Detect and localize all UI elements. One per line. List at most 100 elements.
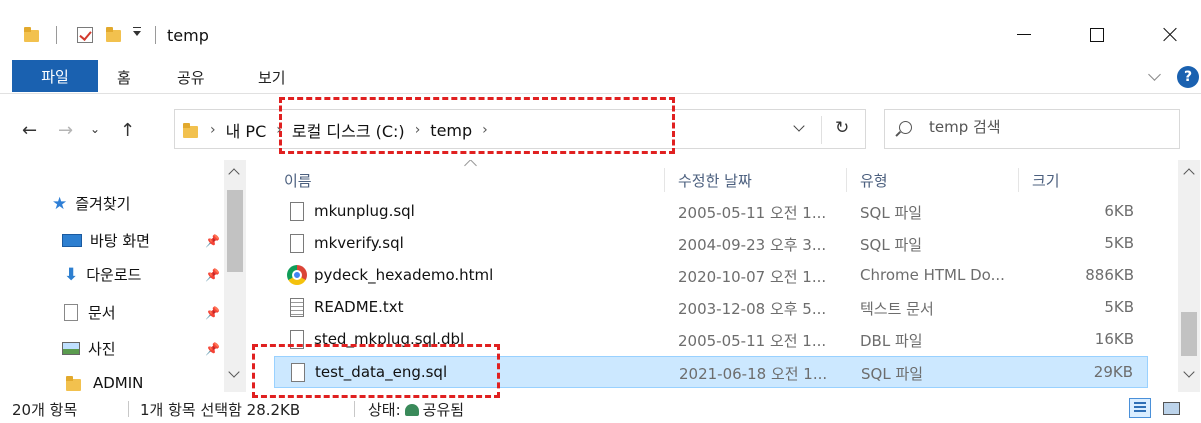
nav-item-admin[interactable]: ADMIN — [66, 374, 143, 392]
share-status: 상태: 공유됨 — [368, 399, 464, 420]
column-header-date[interactable]: 수정한 날짜 — [678, 170, 752, 191]
recent-locations-button[interactable]: ⌄ — [90, 122, 100, 136]
address-dropdown-icon[interactable] — [793, 120, 805, 132]
table-row[interactable]: mkverify.sql 2004-09-23 오후 3... SQL 파일 5… — [274, 228, 1148, 260]
nav-item-label: 바탕 화면 — [90, 232, 150, 250]
large-icons-view-icon[interactable] — [1160, 398, 1182, 418]
maximize-button[interactable] — [1074, 12, 1120, 58]
text-file-icon — [290, 298, 304, 317]
pin-icon[interactable]: 📌 — [205, 268, 220, 282]
close-button[interactable] — [1146, 12, 1192, 58]
file-size: 6KB — [1104, 202, 1134, 220]
file-date: 2021-06-18 오전 1... — [679, 365, 828, 383]
new-folder-icon[interactable] — [106, 27, 121, 42]
table-row[interactable]: pydeck_hexademo.html 2020-10-07 오전 1... … — [274, 260, 1148, 292]
navigation-pane: ★ 즐겨찾기 바탕 화면 📌 ⬇ 다운로드 📌 문서 📌 사진 📌 ADMIN — [0, 160, 248, 392]
file-date: 2003-12-08 오후 5... — [678, 300, 827, 318]
pin-icon[interactable]: 📌 — [205, 306, 220, 320]
back-button[interactable]: ← — [22, 120, 37, 141]
file-type: SQL 파일 — [861, 365, 924, 383]
star-icon: ★ — [52, 193, 68, 214]
column-divider[interactable] — [664, 168, 665, 192]
table-row[interactable]: README.txt 2003-12-08 오후 5... 텍스트 문서 5KB — [274, 292, 1148, 324]
column-header-size[interactable]: 크기 — [1032, 170, 1060, 191]
pictures-icon — [62, 342, 80, 355]
share-status-label: 상태: — [368, 401, 401, 419]
file-type: SQL 파일 — [860, 236, 923, 254]
tab-home[interactable]: 홈 — [117, 67, 131, 88]
scroll-up-icon[interactable] — [1183, 168, 1195, 180]
tab-file[interactable]: 파일 — [12, 60, 98, 92]
search-icon — [899, 121, 912, 134]
minimize-icon — [1017, 34, 1031, 35]
file-name: mkunplug.sql — [314, 202, 415, 220]
column-header-type[interactable]: 유형 — [860, 170, 888, 191]
search-box[interactable] — [884, 109, 1180, 149]
nav-item-pictures[interactable]: 사진 — [62, 338, 116, 359]
window-title: temp — [167, 26, 209, 45]
download-icon: ⬇ — [64, 264, 79, 285]
column-header-name[interactable]: 이름 — [284, 170, 312, 191]
toolbar-divider — [155, 26, 156, 44]
file-date: 2020-10-07 오전 1... — [678, 268, 827, 286]
folder-icon — [183, 122, 198, 138]
file-icon — [290, 202, 304, 221]
file-type: Chrome HTML Do... — [860, 266, 1005, 284]
table-row[interactable]: mkunplug.sql 2005-05-11 오전 1... SQL 파일 6… — [274, 196, 1148, 228]
file-size: 5KB — [1104, 234, 1134, 252]
expand-ribbon-icon[interactable] — [1148, 68, 1161, 81]
selection-info: 1개 항목 선택함 28.2KB — [140, 401, 301, 419]
folder-icon — [66, 375, 81, 391]
toolbar-divider — [56, 26, 57, 44]
file-name: mkverify.sql — [314, 234, 404, 252]
scroll-up-icon[interactable] — [228, 168, 240, 180]
nav-item-label: 즐겨찾기 — [75, 195, 131, 213]
status-bar: 20개 항목 1개 항목 선택함 28.2KB 상태: 공유됨 — [0, 392, 1201, 423]
minimize-button[interactable] — [1000, 12, 1046, 58]
annotation-box-selected-file — [252, 344, 500, 398]
file-size: 29KB — [1093, 363, 1133, 381]
status-divider — [354, 401, 355, 417]
nav-item-label: ADMIN — [93, 374, 144, 392]
item-count: 20개 항목 — [12, 401, 78, 419]
breadcrumb-this-pc[interactable]: 내 PC — [226, 118, 267, 142]
file-size: 5KB — [1104, 298, 1134, 316]
up-button[interactable]: ↑ — [120, 120, 135, 141]
file-date: 2005-05-11 오전 1... — [678, 332, 827, 350]
column-divider[interactable] — [1018, 168, 1019, 192]
chrome-icon — [287, 265, 307, 285]
scroll-down-icon[interactable] — [1183, 366, 1195, 378]
pin-icon[interactable]: 📌 — [205, 234, 220, 248]
file-type: 텍스트 문서 — [860, 300, 934, 318]
scrollbar-thumb[interactable] — [227, 190, 243, 272]
forward-button[interactable]: → — [58, 120, 73, 141]
sort-ascending-icon — [464, 160, 477, 172]
tab-share[interactable]: 공유 — [177, 67, 205, 88]
nav-item-downloads[interactable]: ⬇ 다운로드 — [64, 264, 141, 285]
file-icon — [290, 234, 304, 253]
details-view-icon[interactable] — [1129, 398, 1151, 418]
status-divider — [128, 401, 129, 417]
file-name: README.txt — [314, 298, 404, 316]
nav-item-desktop[interactable]: 바탕 화면 — [62, 230, 150, 251]
refresh-icon[interactable]: ↻ — [835, 118, 849, 138]
file-date: 2005-05-11 오전 1... — [678, 204, 827, 222]
pin-icon[interactable]: 📌 — [205, 342, 220, 356]
column-divider[interactable] — [846, 168, 847, 192]
share-icon — [404, 404, 419, 416]
nav-item-quick-access[interactable]: ★ 즐겨찾기 — [52, 193, 130, 214]
nav-item-label: 문서 — [88, 304, 116, 322]
document-icon — [64, 304, 78, 321]
help-icon[interactable]: ? — [1177, 66, 1199, 88]
scroll-down-icon[interactable] — [228, 366, 240, 378]
chevron-right-icon[interactable]: › — [210, 122, 216, 138]
nav-pane-scrollbar[interactable] — [224, 160, 246, 392]
tab-view[interactable]: 보기 — [258, 67, 286, 88]
ribbon: 파일 홈 공유 보기 ? — [0, 58, 1201, 94]
file-list-scrollbar[interactable] — [1178, 160, 1200, 392]
properties-icon[interactable] — [77, 27, 93, 43]
nav-item-documents[interactable]: 문서 — [62, 302, 116, 323]
search-input[interactable] — [929, 118, 1169, 136]
customize-toolbar-icon[interactable] — [133, 27, 141, 36]
scrollbar-thumb[interactable] — [1181, 312, 1197, 356]
